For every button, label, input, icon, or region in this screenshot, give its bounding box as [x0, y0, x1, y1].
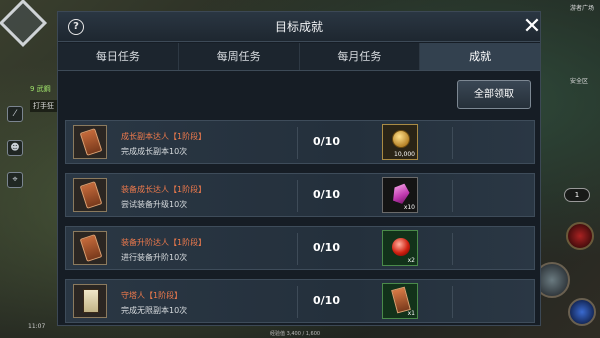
coin-icon: [392, 130, 410, 148]
tablet-icon: [73, 231, 107, 265]
tab-monthly[interactable]: 每月任务: [300, 43, 421, 70]
clock: 11:07: [28, 323, 46, 330]
tablet-icon: [73, 178, 107, 212]
reward-slot[interactable]: x2: [382, 230, 418, 266]
quest-icon[interactable]: ⁄: [7, 106, 23, 122]
achievement-row: 装备成长达人【1阶段】 尝试装备升级10次 0/10 x10: [65, 173, 535, 217]
safe-zone-label: 安全区: [569, 78, 588, 85]
help-icon[interactable]: ?: [68, 19, 84, 35]
reward-slot[interactable]: x10: [382, 177, 418, 213]
achievement-row: 成长副本达人【1阶段】 完成成长副本10次 0/10 10,000: [65, 120, 535, 164]
achievement-row: 装备升阶达人【1阶段】 进行装备升阶10次 0/10 x2: [65, 226, 535, 270]
reward-slot[interactable]: x1: [382, 283, 418, 319]
gem-icon: [390, 181, 412, 205]
achievement-desc: 完成成长副本10次: [121, 147, 188, 156]
tab-weekly[interactable]: 每周任务: [179, 43, 300, 70]
achievement-desc: 尝试装备升级10次: [121, 200, 188, 209]
reward-slot[interactable]: 10,000: [382, 124, 418, 160]
panel-title: 目标成就: [274, 20, 323, 34]
achievement-progress: 0/10: [313, 294, 340, 307]
reward-qty: x1: [407, 310, 415, 317]
card-icon: [73, 284, 107, 318]
orb-icon: [392, 238, 410, 256]
chat-player: 9 武鋼: [30, 85, 51, 93]
achievement-progress: 0/10: [313, 135, 340, 148]
tab-daily[interactable]: 每日任务: [58, 43, 179, 70]
skill-button-1[interactable]: [566, 222, 594, 250]
achievement-name: 装备升阶达人【1阶段】: [121, 238, 207, 247]
reward-qty: x10: [403, 204, 415, 211]
location-label: 游者广场: [569, 5, 594, 12]
achievement-row: 守塔人【1阶段】 完成无限副本10次 0/10 x1: [65, 279, 535, 323]
tab-bar: 每日任务 每周任务 每月任务 成就: [58, 43, 540, 71]
claim-all-button[interactable]: 全部领取: [457, 80, 531, 109]
achievement-progress: 0/10: [313, 188, 340, 201]
achievement-name: 装备成长达人【1阶段】: [121, 185, 207, 194]
close-icon[interactable]: ✕: [521, 16, 543, 38]
achievement-name: 成长副本达人【1阶段】: [121, 132, 207, 141]
tablet-icon: [73, 125, 107, 159]
target-icon[interactable]: ⌖: [7, 172, 23, 188]
party-icon[interactable]: ☻: [7, 140, 23, 156]
skill-button-2[interactable]: [568, 298, 596, 326]
achievement-desc: 完成无限副本10次: [121, 306, 188, 315]
tab-achievements[interactable]: 成就: [420, 43, 540, 70]
game-logo-icon[interactable]: [0, 0, 48, 48]
achievement-desc: 进行装备升阶10次: [121, 253, 188, 262]
achievement-name: 守塔人【1阶段】: [121, 291, 183, 300]
achievement-progress: 0/10: [313, 241, 340, 254]
potion-button[interactable]: 1: [564, 188, 590, 202]
reward-qty: x2: [407, 257, 415, 264]
reward-qty: 10,000: [394, 151, 415, 158]
panel-header: 目标成就 ? ✕: [58, 12, 543, 42]
chat-message: 打手狂: [30, 100, 57, 112]
achievement-panel: 目标成就 ? ✕ 每日任务 每周任务 每月任务 成就 全部领取 成长副本达人【1…: [57, 11, 541, 326]
hud-left: 9 武鋼 打手狂 ⁄ ☻ ⌖ 11:07: [0, 0, 58, 338]
exp-text: 经验值 3,400 / 1,600: [270, 331, 321, 337]
